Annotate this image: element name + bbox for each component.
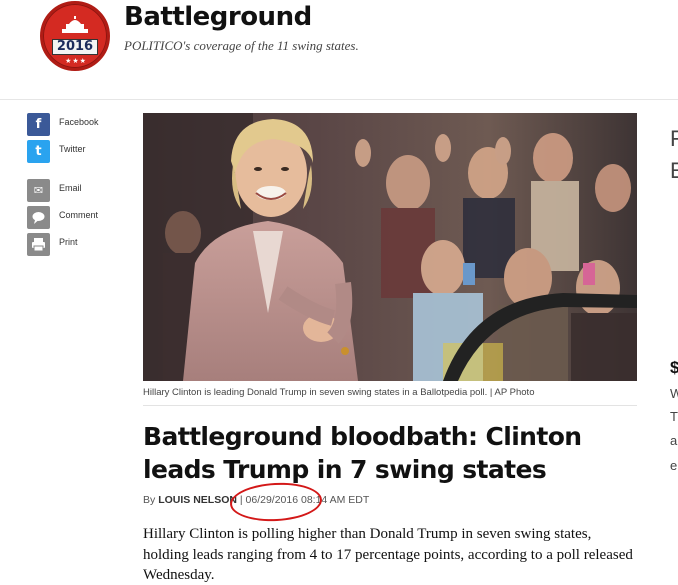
right-column-fragment-4: W <box>670 386 678 401</box>
twitter-icon[interactable]: t <box>27 140 50 163</box>
capitol-dome-icon <box>62 16 88 33</box>
share-print-label[interactable]: Print <box>59 237 78 247</box>
share-comment-label[interactable]: Comment <box>59 210 98 220</box>
battleground-2016-logo[interactable]: 2016 ★★★ <box>40 1 110 71</box>
email-icon[interactable]: ✉ <box>27 179 50 202</box>
share-email-label[interactable]: Email <box>59 183 82 193</box>
right-column-fragment-1: F <box>670 126 678 151</box>
right-column-fragment-3: $ <box>670 358 678 377</box>
badge-year: 2016 <box>52 39 98 55</box>
article-photo <box>143 113 637 381</box>
right-column-fragment-2: E <box>670 158 678 183</box>
right-column-fragment-7: e <box>670 458 678 473</box>
site-title[interactable]: Battleground <box>124 2 312 32</box>
print-icon[interactable] <box>27 233 50 256</box>
article-headline: Battleground bloodbath: Clinton leads Tr… <box>143 422 582 484</box>
facebook-icon[interactable]: f <box>27 113 50 136</box>
site-subtitle: POLITICO's coverage of the 11 swing stat… <box>124 38 359 53</box>
author-link[interactable]: Louis Nelson <box>158 494 237 506</box>
comment-icon[interactable] <box>27 206 50 229</box>
caption-divider <box>143 405 637 406</box>
share-twitter-label[interactable]: Twitter <box>59 144 86 154</box>
article-body: Hillary Clinton is polling higher than D… <box>143 526 633 583</box>
byline-prefix: By <box>143 494 156 506</box>
header-divider <box>0 99 678 100</box>
badge-stars: ★★★ <box>65 58 87 65</box>
share-facebook-label[interactable]: Facebook <box>59 117 99 127</box>
photo-caption: Hillary Clinton is leading Donald Trump … <box>143 387 535 398</box>
date-annotation-circle <box>229 480 323 524</box>
right-column-fragment-6: a <box>670 433 678 448</box>
right-column-fragment-5: T <box>670 409 678 424</box>
